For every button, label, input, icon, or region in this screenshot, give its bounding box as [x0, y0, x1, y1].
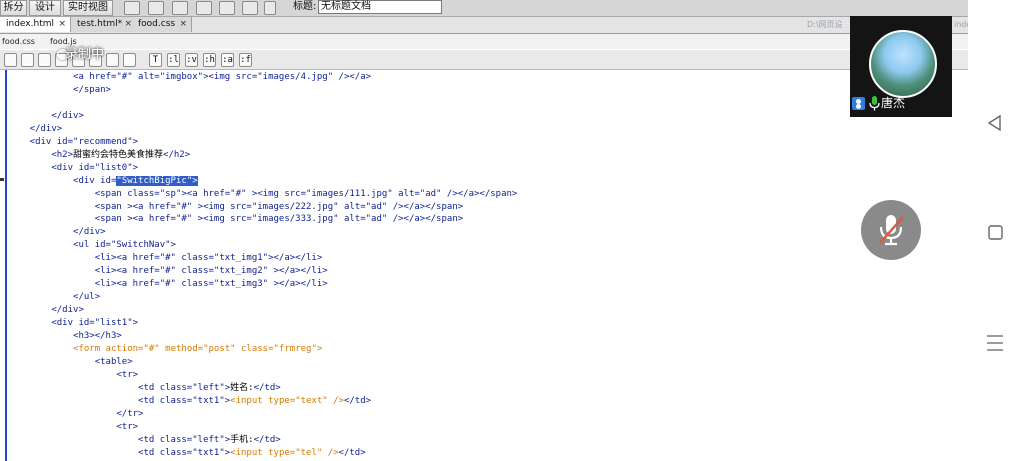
- related-files-bar: food.css food.js: [0, 34, 968, 49]
- code-line[interactable]: <td class="left">手机:</td>: [8, 434, 281, 447]
- highlight-invalid-icon[interactable]: [123, 53, 136, 67]
- code-line[interactable]: <table>: [8, 356, 133, 369]
- code-line[interactable]: </div>: [8, 123, 63, 136]
- file-path: D:\网页设: [807, 20, 843, 29]
- code-line[interactable]: <ul id="SwitchNav">: [8, 239, 176, 252]
- view-toolbar: 拆分 设计 实时视图 标题: 无标题文档: [0, 0, 968, 17]
- code-line[interactable]: <form action="#" method="post" class="fr…: [8, 343, 322, 356]
- remove-comment-button[interactable]: :f: [239, 53, 252, 67]
- code-line[interactable]: </div>: [8, 304, 84, 317]
- wrap-tag-button[interactable]: T: [149, 53, 162, 67]
- format-button[interactable]: :h: [203, 53, 216, 67]
- code-line[interactable]: <div id="SwitchBigPic">: [8, 175, 198, 188]
- validate-icon[interactable]: [242, 1, 258, 15]
- mic-icon: [869, 96, 880, 111]
- live-view-button[interactable]: 实时视图: [63, 0, 113, 16]
- indent-button[interactable]: :l: [167, 53, 180, 67]
- close-icon[interactable]: ×: [124, 17, 132, 32]
- code-line[interactable]: <h2>甜蜜约会特色美食推荐</h2>: [8, 149, 190, 162]
- code-line[interactable]: <div id="recommend">: [8, 136, 138, 149]
- code-line[interactable]: </div>: [8, 110, 84, 123]
- open-documents-icon[interactable]: [4, 53, 17, 67]
- tab-label: food.css: [138, 19, 176, 29]
- mute-button[interactable]: [861, 200, 921, 260]
- code-line[interactable]: <tr>: [8, 369, 138, 382]
- tab-label: index.html: [6, 19, 54, 29]
- code-line[interactable]: <h3></h3>: [8, 330, 122, 343]
- browser-preview-icon[interactable]: [172, 1, 188, 15]
- tab-index-html[interactable]: index.html ×: [0, 17, 71, 32]
- code-line[interactable]: <div id="list1">: [8, 317, 138, 330]
- code-line[interactable]: <span ><a href="#" ><img src="images/222…: [8, 201, 463, 214]
- code-line[interactable]: <td class="txt1"><input type="text" /></…: [8, 395, 371, 408]
- code-line[interactable]: <span class="sp"><a href="#" ><img src="…: [8, 188, 518, 201]
- close-icon[interactable]: ×: [179, 17, 187, 32]
- code-toolbar: T :l :v :h :a :f: [0, 50, 968, 70]
- code-line[interactable]: </div>: [8, 226, 106, 239]
- live-code-icon[interactable]: [124, 1, 140, 15]
- related-file-food-css[interactable]: food.css: [2, 34, 35, 49]
- split-view-button[interactable]: 拆分: [0, 0, 27, 16]
- video-call-tile[interactable]: 唐杰: [850, 16, 952, 117]
- code-line[interactable]: <a href="#" alt="imgbox"><img src="image…: [8, 71, 371, 84]
- editor-gutter: [5, 70, 7, 461]
- collapse-selection-icon[interactable]: [38, 53, 51, 67]
- design-view-button[interactable]: 设计: [29, 0, 61, 16]
- code-line[interactable]: <td class="txt1"><input type="tel" /></t…: [8, 447, 366, 460]
- code-line[interactable]: <tr>: [8, 421, 138, 434]
- title-input[interactable]: 无标题文档: [318, 0, 442, 14]
- selected-text: "SwitchBigPic">: [116, 175, 198, 186]
- code-line[interactable]: </span>: [8, 84, 111, 97]
- code-editor[interactable]: <a href="#" alt="imgbox"><img src="image…: [0, 70, 968, 461]
- close-icon[interactable]: ×: [58, 17, 66, 32]
- file-path-tail: inde: [954, 20, 968, 29]
- inspect-icon[interactable]: [148, 1, 164, 15]
- code-line[interactable]: <li><a href="#" class="txt_img1"></a></l…: [8, 252, 323, 265]
- back-triangle-icon[interactable]: [986, 114, 1004, 132]
- file-management-icon[interactable]: [196, 1, 212, 15]
- apply-comment-button[interactable]: :a: [221, 53, 234, 67]
- code-line[interactable]: <li><a href="#" class="txt_img2" ></a></…: [8, 265, 328, 278]
- mic-off-icon: [879, 215, 904, 246]
- avatar: [869, 30, 937, 98]
- code-line[interactable]: <div id="list0">: [8, 162, 138, 175]
- code-line[interactable]: <span ><a href="#" ><img src="images/333…: [8, 213, 463, 226]
- tab-label: test.html*: [77, 19, 123, 29]
- line-numbers-icon[interactable]: [106, 53, 119, 67]
- gutter-marker: [0, 178, 4, 181]
- editor-window: 拆分 设计 实时视图 标题: 无标题文档 index.html × test.h…: [0, 0, 968, 461]
- code-line[interactable]: <li><a href="#" class="txt_img3" ></a></…: [8, 278, 328, 291]
- collapse-tag-icon[interactable]: [21, 53, 34, 67]
- recording-indicator: 录制中: [65, 47, 105, 62]
- menu-lines-icon[interactable]: [986, 333, 1004, 353]
- code-line[interactable]: <td class="left">姓名:</td>: [8, 382, 281, 395]
- tab-food-css[interactable]: food.css ×: [132, 17, 192, 32]
- tab-test-html[interactable]: test.html* ×: [71, 17, 137, 32]
- outdent-button[interactable]: :v: [185, 53, 198, 67]
- caller-name: 唐杰: [881, 96, 906, 110]
- code-line[interactable]: </ul>: [8, 291, 100, 304]
- visual-aids-icon[interactable]: [219, 1, 235, 15]
- home-square-icon[interactable]: [987, 224, 1005, 242]
- user-icon: [852, 97, 865, 110]
- refresh-icon[interactable]: [264, 1, 276, 15]
- document-tabs: index.html × test.html* × food.css × D:\…: [0, 17, 968, 34]
- title-label: 标题:: [293, 1, 317, 12]
- code-line[interactable]: </tr>: [8, 408, 143, 421]
